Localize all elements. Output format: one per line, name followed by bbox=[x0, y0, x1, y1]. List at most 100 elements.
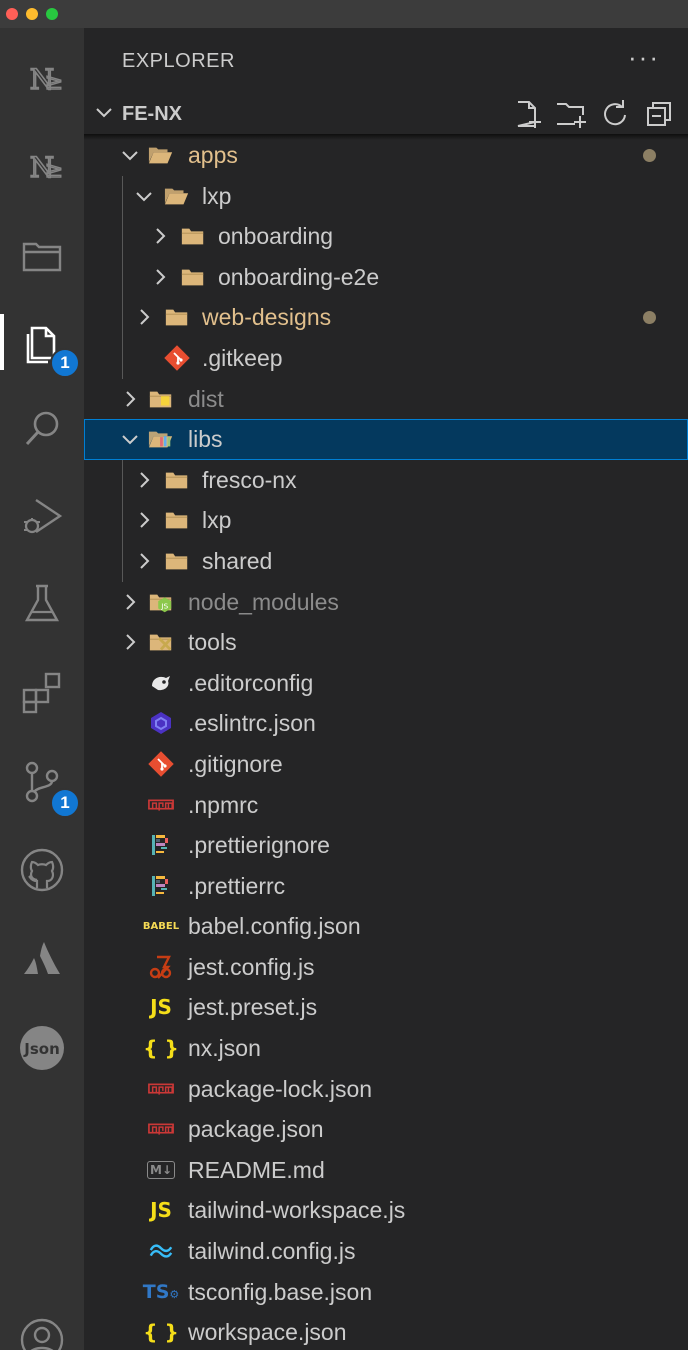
tree-item-label: jest.preset.js bbox=[188, 994, 318, 1021]
babel-file-icon: BABEL bbox=[143, 914, 179, 938]
tree-folder[interactable]: lxp bbox=[84, 500, 688, 541]
chevron-right-icon bbox=[140, 472, 150, 488]
tree-file[interactable]: package.json bbox=[84, 1109, 688, 1150]
github-icon[interactable] bbox=[10, 838, 74, 902]
tree-file[interactable]: { } nx.json bbox=[84, 1028, 688, 1069]
close-window-button[interactable] bbox=[6, 8, 18, 20]
folder-icon bbox=[180, 224, 206, 248]
chevron-right-icon bbox=[140, 309, 150, 326]
folder-icon bbox=[164, 468, 190, 492]
json-file-icon: { } bbox=[143, 1036, 178, 1060]
file-tree: apps lxp onboarding onboarding-e2e web-desig… bbox=[84, 135, 688, 1350]
tree-item-label: .editorconfig bbox=[188, 669, 314, 696]
tree-file[interactable]: .eslintrc.json bbox=[84, 703, 688, 744]
minimize-window-button[interactable] bbox=[26, 8, 38, 20]
file-type-label: { } bbox=[143, 1036, 179, 1061]
more-actions-button[interactable]: ··· bbox=[628, 42, 660, 73]
tree-file[interactable]: M↓ README.md bbox=[84, 1150, 688, 1191]
explorer-icon[interactable]: 1 bbox=[0, 310, 80, 378]
folder-icon bbox=[164, 305, 190, 329]
json-file-icon: { } bbox=[143, 1320, 178, 1344]
chevron-right-icon bbox=[126, 390, 136, 407]
section-actions bbox=[508, 96, 678, 132]
run-debug-icon[interactable] bbox=[10, 484, 74, 548]
explorer-title: EXPLORER bbox=[122, 50, 235, 72]
npm-file-icon bbox=[148, 1077, 174, 1101]
extensions-icon[interactable] bbox=[10, 660, 74, 724]
markdown-file-icon: M↓ bbox=[147, 1158, 175, 1182]
tree-item-label: node_modules bbox=[188, 588, 339, 615]
tree-folder[interactable]: fresco-nx bbox=[84, 460, 688, 501]
tree-item-label: dist bbox=[188, 385, 224, 412]
npm-file-icon bbox=[148, 793, 174, 817]
tree-file[interactable]: .gitignore bbox=[84, 744, 688, 785]
tree-file[interactable]: tailwind.config.js bbox=[84, 1231, 688, 1272]
chevron-right-icon bbox=[140, 553, 150, 569]
folder-icon: JS bbox=[148, 590, 174, 614]
chevron-down-icon bbox=[136, 191, 152, 202]
file-type-label: TS⚙ bbox=[142, 1280, 180, 1303]
tree-item-label: package.json bbox=[188, 1116, 324, 1143]
tree-file[interactable]: JS jest.preset.js bbox=[84, 987, 688, 1028]
tree-folder[interactable]: shared bbox=[84, 541, 688, 582]
tree-item-label: .prettierrc bbox=[188, 872, 286, 899]
tree-item-label: lxp bbox=[202, 182, 232, 209]
eslint-file-icon bbox=[148, 711, 174, 735]
new-file-icon[interactable] bbox=[508, 96, 546, 132]
maximize-window-button[interactable] bbox=[46, 8, 58, 20]
git-file-icon bbox=[148, 751, 174, 777]
tree-item-label: tsconfig.base.json bbox=[188, 1278, 373, 1305]
tree-file[interactable]: .editorconfig bbox=[84, 663, 688, 704]
source-control-icon[interactable]: 1 bbox=[10, 750, 80, 818]
nx-console-icon[interactable]: N ≥ bbox=[10, 48, 74, 112]
tree-folder[interactable]: tools bbox=[84, 622, 688, 663]
tree-item-label: .eslintrc.json bbox=[188, 710, 316, 737]
atlassian-icon[interactable] bbox=[10, 926, 74, 990]
tree-file[interactable]: { } workspace.json bbox=[84, 1312, 688, 1350]
workspace-section-header[interactable]: FE-NX bbox=[84, 94, 688, 134]
chevron-down-icon bbox=[96, 108, 112, 118]
folder-icon bbox=[180, 265, 206, 289]
tree-folder[interactable]: lxp bbox=[84, 176, 688, 217]
tree-file[interactable]: JS tailwind-workspace.js bbox=[84, 1190, 688, 1231]
tree-file[interactable]: .prettierrc bbox=[84, 866, 688, 907]
tree-item-label: tailwind.config.js bbox=[188, 1238, 356, 1265]
prettier-file-icon bbox=[148, 874, 174, 898]
tree-file[interactable]: jest.config.js bbox=[84, 947, 688, 988]
tree-folder[interactable]: dist bbox=[84, 379, 688, 420]
indent-guide bbox=[122, 459, 123, 582]
folder-icon bbox=[164, 184, 190, 208]
tree-folder[interactable]: JS node_modules bbox=[84, 582, 688, 623]
chevron-right-icon bbox=[126, 593, 136, 610]
tree-folder[interactable]: web-designs bbox=[84, 297, 688, 338]
refresh-icon[interactable] bbox=[596, 96, 634, 132]
tree-folder[interactable]: onboarding bbox=[84, 216, 688, 257]
testing-icon[interactable] bbox=[10, 572, 74, 636]
folder-icon bbox=[148, 630, 174, 654]
tree-file[interactable]: TS⚙ tsconfig.base.json bbox=[84, 1272, 688, 1313]
tree-item-label: onboarding-e2e bbox=[218, 263, 380, 290]
tree-file[interactable]: .npmrc bbox=[84, 785, 688, 826]
tree-file[interactable]: package-lock.json bbox=[84, 1069, 688, 1110]
collapse-all-icon[interactable] bbox=[640, 96, 678, 132]
tree-item-label: lxp bbox=[202, 507, 232, 534]
tree-item-label: babel.config.json bbox=[188, 913, 361, 940]
folder-icon bbox=[164, 549, 190, 573]
accounts-icon[interactable] bbox=[10, 1308, 74, 1350]
folders-icon[interactable] bbox=[10, 224, 74, 288]
folder-icon bbox=[164, 508, 190, 532]
tree-folder[interactable]: libs bbox=[84, 419, 688, 460]
search-icon[interactable] bbox=[10, 396, 74, 460]
tree-item-label: jest.config.js bbox=[188, 953, 315, 980]
tree-file[interactable]: BABEL babel.config.json bbox=[84, 906, 688, 947]
file-type-label: { } bbox=[143, 1320, 179, 1345]
tree-file[interactable]: .prettierignore bbox=[84, 825, 688, 866]
tree-item-label: nx.json bbox=[188, 1035, 261, 1062]
tree-file[interactable]: .gitkeep bbox=[84, 338, 688, 379]
new-folder-icon[interactable] bbox=[552, 96, 590, 132]
nx-projects-icon[interactable]: N ≥ bbox=[10, 136, 74, 200]
tree-folder[interactable]: onboarding-e2e bbox=[84, 257, 688, 298]
tree-folder[interactable]: apps bbox=[84, 135, 688, 176]
json-icon[interactable]: Json bbox=[10, 1016, 74, 1080]
tree-item-label: libs bbox=[188, 426, 223, 453]
